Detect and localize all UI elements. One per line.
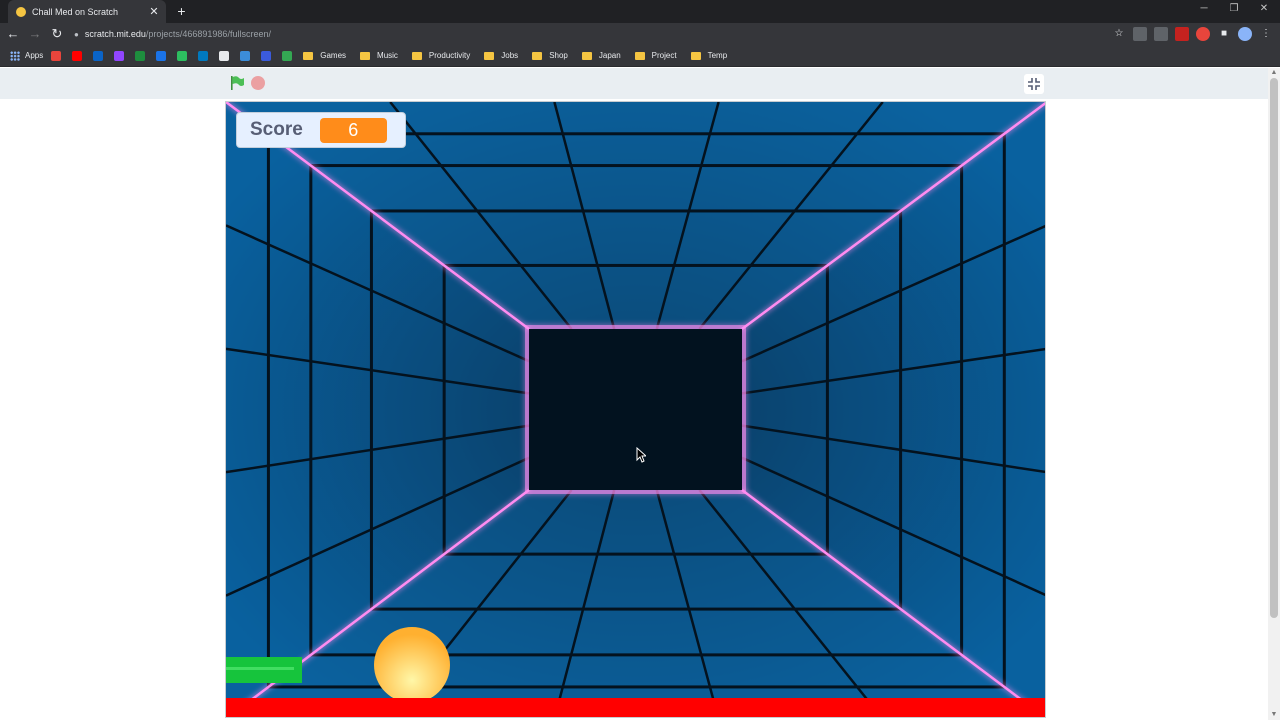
- bookmark-folders: Games Music Productivity Jobs Shop Japan Proje…: [303, 51, 741, 60]
- toolbar-extensions: ☆ ■ ⋮: [1112, 23, 1280, 45]
- page-scrollbar[interactable]: ▲ ▼: [1268, 68, 1280, 720]
- vscode-icon[interactable]: [240, 50, 251, 61]
- extension-icon[interactable]: [1196, 27, 1210, 41]
- tunnel-back-wall: [529, 329, 742, 490]
- folder-icon: [411, 51, 422, 60]
- address-bar[interactable]: scratch.mit.edu/projects/466891986/fulls…: [85, 29, 271, 39]
- game-ball: [374, 627, 450, 703]
- stop-sign-icon[interactable]: [251, 76, 265, 90]
- bookmark-folder[interactable]: Shop: [532, 51, 568, 60]
- evernote-icon[interactable]: [177, 50, 188, 61]
- browser-tab-strip: Chall Med on Scratch ✕ + ─ ❐ ✕: [0, 0, 1280, 23]
- scroll-thumb[interactable]: [1270, 78, 1278, 618]
- tab-title: Chall Med on Scratch: [32, 6, 119, 17]
- bookmark-folder-label: Productivity: [428, 51, 471, 60]
- restore-button[interactable]: ❐: [1226, 3, 1242, 14]
- bookmark-folder[interactable]: Music: [360, 51, 398, 60]
- bookmark-folder[interactable]: Jobs: [484, 51, 518, 60]
- folder-icon: [303, 51, 314, 60]
- profile-avatar-icon[interactable]: [1238, 27, 1252, 41]
- tunnel-scene: [226, 102, 1045, 717]
- floor-bar: [226, 698, 1045, 717]
- new-tab-button[interactable]: +: [174, 4, 189, 19]
- scratch-favicon-icon: [16, 6, 26, 17]
- apps-label: Apps: [25, 51, 44, 60]
- url-path: /projects/466891986/fullscreen/: [145, 29, 271, 39]
- scroll-down-arrow-icon[interactable]: ▼: [1268, 710, 1280, 720]
- bookmark-folder-label: Games: [320, 51, 347, 60]
- bookmark-folder[interactable]: Temp: [690, 51, 728, 60]
- back-button[interactable]: ←: [4, 25, 22, 43]
- folder-icon: [634, 51, 645, 60]
- browser-tab[interactable]: Chall Med on Scratch ✕: [8, 0, 166, 23]
- mouse-cursor-icon: [636, 447, 646, 463]
- bookmark-folder[interactable]: Games: [303, 51, 346, 60]
- bookmark-folder-label: Temp: [707, 51, 728, 60]
- outlook-icon[interactable]: [93, 50, 104, 61]
- menu-icon[interactable]: ⋮: [1259, 27, 1273, 41]
- paddle-highlight: [226, 667, 294, 670]
- forward-button[interactable]: →: [26, 25, 44, 43]
- url-host: scratch.mit.edu: [84, 29, 146, 39]
- folder-icon: [581, 51, 592, 60]
- browser-toolbar: ← → ↻ ● scratch.mit.edu/projects/4668919…: [0, 23, 1280, 45]
- score-monitor: Score 6: [236, 112, 406, 148]
- bookmark-folder-label: Japan: [598, 51, 621, 60]
- close-window-button[interactable]: ✕: [1256, 3, 1272, 14]
- apps-grid-icon: [10, 50, 20, 61]
- extension-icon[interactable]: [1133, 27, 1147, 41]
- folder-icon: [484, 51, 495, 60]
- score-value: 6: [319, 117, 387, 143]
- bookmark-folder-label: Jobs: [501, 51, 519, 60]
- c-icon[interactable]: [156, 50, 167, 61]
- star-icon[interactable]: [282, 50, 293, 61]
- bookmark-folder[interactable]: Japan: [581, 51, 621, 60]
- github-icon[interactable]: [219, 50, 230, 61]
- lock-icon: ●: [74, 29, 79, 39]
- bookmark-folder[interactable]: Productivity: [411, 51, 471, 60]
- twitch-icon[interactable]: [114, 50, 125, 61]
- youtube-icon[interactable]: [72, 50, 83, 61]
- exit-fullscreen-icon[interactable]: [1024, 74, 1044, 94]
- red-circle-icon[interactable]: [51, 50, 62, 61]
- bookmark-apps[interactable]: Apps: [10, 50, 44, 61]
- bookmark-folder-label: Music: [377, 51, 398, 60]
- bookmark-icons: [51, 50, 303, 61]
- stage-header: [0, 68, 1268, 99]
- scroll-up-arrow-icon[interactable]: ▲: [1268, 68, 1280, 78]
- scratch-stage[interactable]: Score 6: [225, 101, 1046, 718]
- bookmark-folder[interactable]: Project: [634, 51, 677, 60]
- extension-icon[interactable]: [1154, 27, 1168, 41]
- green-flag-icon[interactable]: [229, 75, 245, 91]
- bookmark-folder-label: Project: [651, 51, 677, 60]
- bookmark-folder-label: Shop: [549, 51, 568, 60]
- tab-close-icon[interactable]: ✕: [146, 5, 162, 18]
- score-label: Score: [250, 119, 303, 140]
- spreadsheet-icon[interactable]: [135, 50, 146, 61]
- folder-icon: [532, 51, 543, 60]
- minimize-button[interactable]: ─: [1196, 3, 1212, 14]
- extension-icon[interactable]: [1175, 27, 1189, 41]
- blue-bar-icon[interactable]: [261, 50, 272, 61]
- bookmarks-bar: Apps Games Music Productivity Jobs Shop Japan…: [0, 45, 1280, 67]
- reload-button[interactable]: ↻: [48, 25, 66, 43]
- bookmark-star-icon[interactable]: ☆: [1112, 27, 1126, 41]
- puzzle-icon[interactable]: ■: [1217, 27, 1231, 41]
- trello-icon[interactable]: [198, 50, 209, 61]
- folder-icon: [360, 51, 371, 60]
- folder-icon: [690, 51, 701, 60]
